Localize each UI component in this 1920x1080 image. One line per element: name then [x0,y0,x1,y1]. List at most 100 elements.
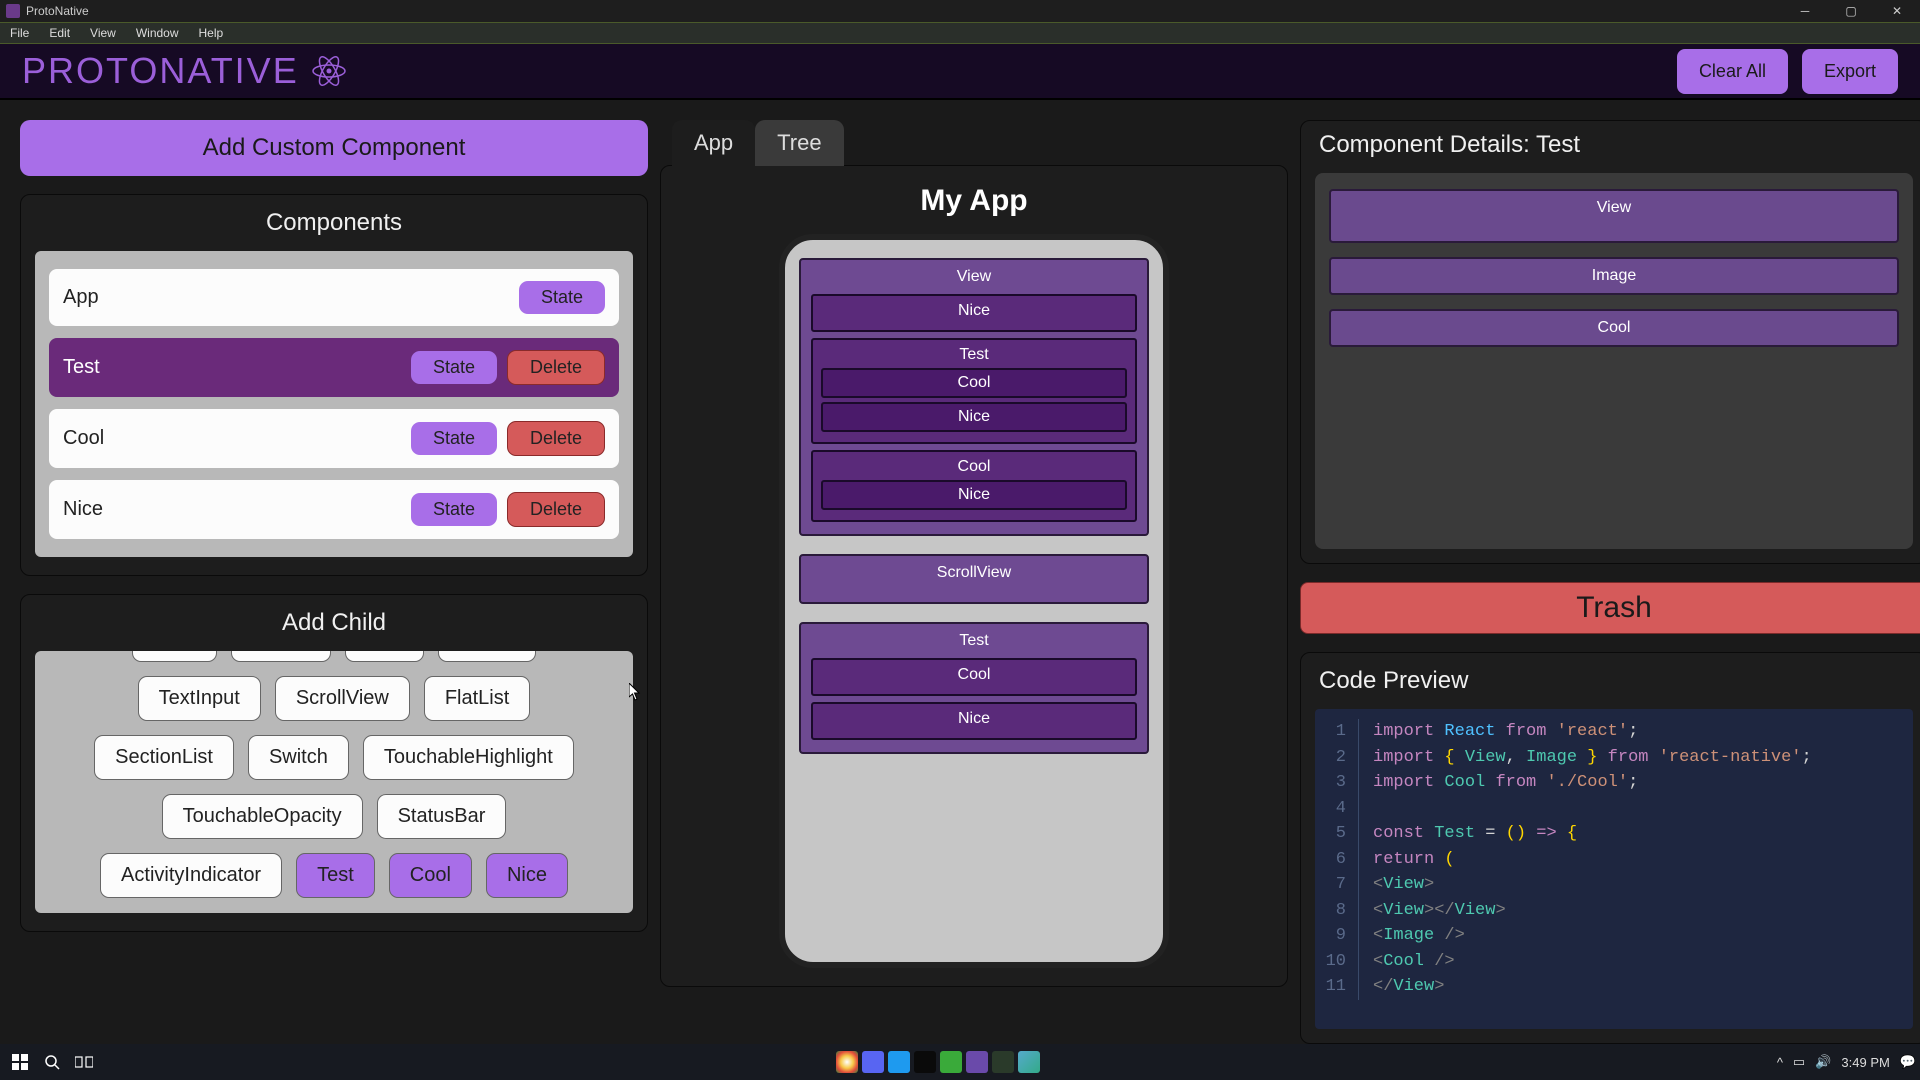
menu-file[interactable]: File [0,26,39,40]
detail-item[interactable]: Image [1329,257,1899,295]
delete-button[interactable]: Delete [507,492,605,527]
taskbar-app-terminal[interactable] [914,1051,936,1073]
line-number: 3 [1315,770,1359,796]
start-icon[interactable] [4,1046,36,1078]
maximize-button[interactable]: ▢ [1828,0,1874,22]
add-child-chip-custom[interactable]: Nice [486,853,568,898]
code-line: 1import React from 'react'; [1315,719,1913,745]
preview-panel: My App ViewNiceTestCoolNiceCoolNiceScrol… [660,165,1288,987]
tree-node[interactable]: ScrollView [799,554,1149,604]
add-child-chip[interactable]: ActivityIndicator [100,853,282,898]
tab-app[interactable]: App [672,120,755,166]
component-details-title: Component Details: Test [1301,121,1920,173]
minimize-button[interactable]: ─ [1782,0,1828,22]
add-child-chip[interactable]: ScrollView [275,676,410,721]
add-child-chip[interactable]: TouchableOpacity [162,794,363,839]
delete-button[interactable]: Delete [507,350,605,385]
tree-node[interactable]: Nice [821,402,1127,432]
add-child-chip[interactable]: Button [231,651,331,662]
search-icon[interactable] [36,1046,68,1078]
taskbar: ^ ▭ 🔊 3:49 PM 💬 [0,1044,1920,1080]
state-button[interactable]: State [411,351,497,384]
task-view-icon[interactable] [68,1046,100,1078]
add-child-panel: Add Child ViewButtonTextImageTextInputSc… [20,594,648,932]
close-button[interactable]: ✕ [1874,0,1920,22]
tree-node[interactable]: Nice [811,294,1137,332]
add-child-chip[interactable]: Image [438,651,536,662]
tray-clock[interactable]: 3:49 PM [1841,1055,1889,1070]
component-row[interactable]: Nice State Delete [49,480,619,539]
add-child-chip[interactable]: TextInput [138,676,261,721]
component-name: App [63,286,99,309]
trash-zone[interactable]: Trash [1300,582,1920,634]
add-custom-component-button[interactable]: Add Custom Component [20,120,648,176]
component-row[interactable]: Cool State Delete [49,409,619,468]
menu-edit[interactable]: Edit [39,26,80,40]
code-line: 6 return ( [1315,847,1913,873]
menu-help[interactable]: Help [189,26,234,40]
tree-node[interactable]: Nice [821,480,1127,510]
tray-network-icon[interactable]: ▭ [1793,1054,1805,1070]
taskbar-app-green[interactable] [940,1051,962,1073]
add-child-chip[interactable]: FlatList [424,676,530,721]
taskbar-app-discord[interactable] [862,1051,884,1073]
add-child-chip[interactable]: Switch [248,735,349,780]
tree-node[interactable]: Cool [811,658,1137,696]
tree-node[interactable]: Cool [821,368,1127,398]
code-line: 10 <Cool /> [1315,949,1913,975]
state-button[interactable]: State [519,281,605,314]
menu-window[interactable]: Window [126,26,189,40]
state-button[interactable]: State [411,493,497,526]
add-child-chip-custom[interactable]: Test [296,853,375,898]
code-line: 5const Test = () => { [1315,821,1913,847]
preview-title: My App [679,184,1269,218]
code-line: 9 <Image /> [1315,923,1913,949]
component-row[interactable]: TestStateDelete [49,338,619,397]
add-child-chip[interactable]: TouchableHighlight [363,735,574,780]
tree-node[interactable]: ViewNiceTestCoolNiceCoolNice [799,258,1149,536]
tray-volume-icon[interactable]: 🔊 [1815,1054,1831,1070]
taskbar-app-dark[interactable] [992,1051,1014,1073]
tray-chevron-icon[interactable]: ^ [1777,1055,1783,1070]
detail-item[interactable]: View [1329,189,1899,243]
app-header: PROTONATIVE Clear All Export [0,44,1920,100]
line-number: 11 [1315,974,1359,1000]
clear-all-button[interactable]: Clear All [1677,49,1788,94]
tab-tree[interactable]: Tree [755,120,843,166]
tree-node-label: Cool [821,458,1127,476]
atom-icon [311,53,347,89]
detail-item[interactable]: Cool [1329,309,1899,347]
tray-notifications-icon[interactable]: 💬 [1900,1054,1916,1070]
taskbar-app-vscode[interactable] [888,1051,910,1073]
tree-node[interactable]: Test Cool Nice [811,338,1137,444]
code-preview-panel: Code Preview 1import React from 'react';… [1300,652,1920,1044]
export-button[interactable]: Export [1802,49,1898,94]
add-child-chip[interactable]: View [132,651,217,662]
state-button[interactable]: State [411,422,497,455]
component-row[interactable]: App State [49,269,619,326]
component-details-panel: Component Details: Test View Image Cool [1300,120,1920,564]
line-number: 4 [1315,796,1359,822]
components-panel: Components AppStateTestStateDeleteCoolSt… [20,194,648,576]
code-preview-title: Code Preview [1301,653,1920,709]
line-number: 9 [1315,923,1359,949]
component-name: Cool [63,427,104,450]
taskbar-app-chrome[interactable] [836,1051,858,1073]
tree-node[interactable]: TestCoolNice [799,622,1149,754]
line-number: 7 [1315,872,1359,898]
taskbar-app-purple[interactable] [966,1051,988,1073]
menu-view[interactable]: View [80,26,126,40]
tree-node-label: Cool [821,666,1127,684]
add-child-chip-custom[interactable]: Cool [389,853,472,898]
delete-button[interactable]: Delete [507,421,605,456]
taskbar-app-photos[interactable] [1018,1051,1040,1073]
component-name: Nice [63,498,103,521]
add-child-chip[interactable]: StatusBar [377,794,507,839]
tree-node-label: Nice [821,302,1127,320]
add-child-chip[interactable]: SectionList [94,735,234,780]
code-line: 2import { View, Image } from 'react-nati… [1315,745,1913,771]
tree-node-label: Test [821,346,1127,364]
add-child-chip[interactable]: Text [345,651,424,662]
tree-node[interactable]: Cool Nice [811,450,1137,522]
tree-node[interactable]: Nice [811,702,1137,740]
